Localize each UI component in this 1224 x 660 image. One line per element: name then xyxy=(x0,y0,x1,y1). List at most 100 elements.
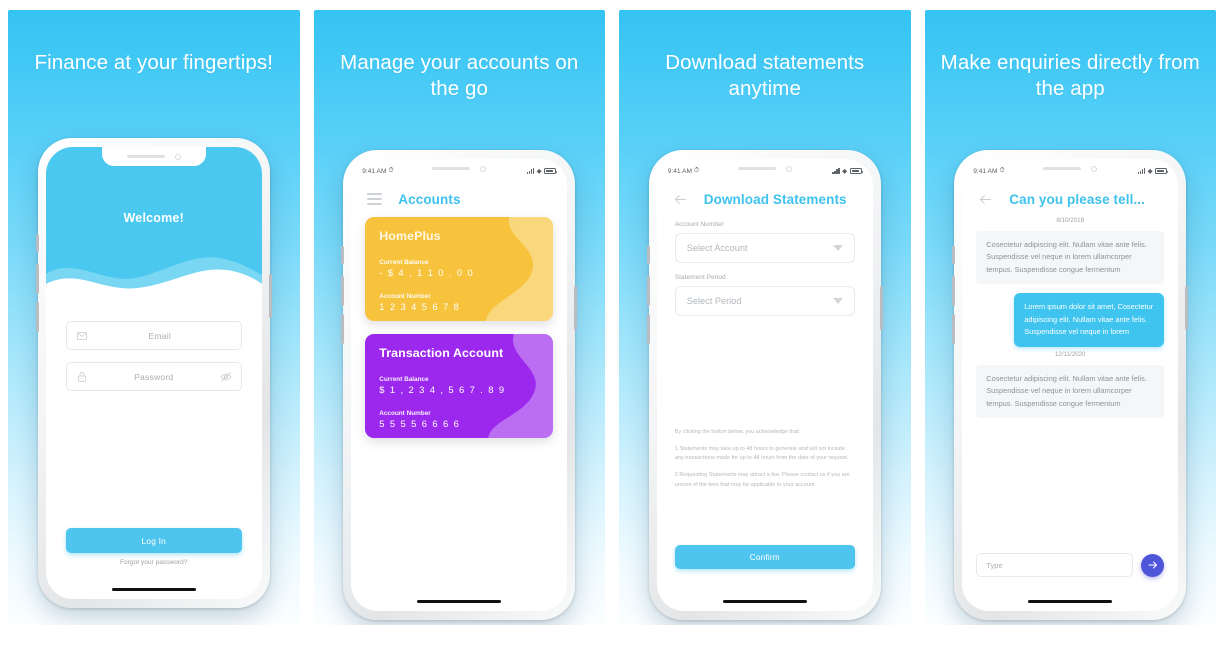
onboarding-screens-board: Finance at your fingertips! Welcome! Ema… xyxy=(0,0,1224,660)
phone-button-mute xyxy=(952,246,956,264)
account-card-transaction[interactable]: Transaction Account Current Balance $ 1 … xyxy=(365,334,554,438)
account-card-homeplus[interactable]: HomePlus Current Balance - $ 4 , 1 1 0 .… xyxy=(365,217,554,321)
arrow-right-icon xyxy=(1148,561,1157,569)
chevron-down-icon xyxy=(832,298,843,304)
chat-composer: Type xyxy=(976,553,1165,577)
phone-button-volume-up xyxy=(952,276,956,306)
phone-button-mute xyxy=(341,246,345,264)
back-arrow-icon[interactable] xyxy=(673,192,688,207)
front-camera xyxy=(480,165,487,172)
disclaimer-intro: By clicking the button below, you acknow… xyxy=(674,429,801,435)
phone-notch xyxy=(1018,159,1123,178)
phone-screen: 9:41 AM ⏱ ◆ Download Statements Account … xyxy=(656,159,873,611)
phone-mockup: 9:41 AM ⏱ ◆ Can you please tell... 8/10/… xyxy=(952,150,1189,620)
home-indicator xyxy=(1028,599,1113,603)
phone-button-volume-down xyxy=(341,314,345,344)
phone-button-volume-down xyxy=(35,302,39,332)
status-bar-right: ◆ xyxy=(526,167,558,175)
status-bar-left: 9:41 AM ⏱ xyxy=(973,167,1004,175)
chat-date-divider: 8/10/2018 xyxy=(1056,217,1085,224)
account-select[interactable]: Select Account xyxy=(674,233,855,263)
home-indicator xyxy=(417,599,502,603)
chat-date-divider: 12/11/2020 xyxy=(1054,350,1086,358)
page-title: Accounts xyxy=(398,191,461,207)
message-input[interactable]: Type xyxy=(976,553,1134,577)
accounts-list: HomePlus Current Balance - $ 4 , 1 1 0 .… xyxy=(351,211,567,438)
account-number-label: Account Number xyxy=(674,221,724,228)
account-number-value: 5 5 5 5 6 6 6 6 xyxy=(379,418,461,429)
balance-label: Current Balance xyxy=(379,259,429,266)
account-number-group: Account Number 1 2 3 4 5 6 7 8 xyxy=(379,293,539,312)
phone-mockup: 9:41 AM ⏱ ◆ Accounts HomePlus Current Ba… xyxy=(341,150,578,620)
log-in-button[interactable]: Log In xyxy=(65,528,242,553)
eye-off-icon[interactable] xyxy=(220,371,232,383)
status-bar-time: 9:41 AM xyxy=(362,167,387,175)
phone-notch xyxy=(407,159,512,178)
disclaimer-item-2: 2.Requesting Statements may attract a fe… xyxy=(674,471,850,488)
signal-icon xyxy=(526,168,535,174)
front-camera xyxy=(1091,165,1098,172)
phone-button-power xyxy=(879,286,883,330)
wifi-icon: ◆ xyxy=(842,168,848,175)
panel-login: Finance at your fingertips! Welcome! Ema… xyxy=(8,10,300,625)
phone-button-volume-up xyxy=(646,276,650,306)
status-bar-time: 9:41 AM xyxy=(667,167,692,175)
envelope-icon xyxy=(76,331,87,340)
panel-accounts: Manage your accounts on the go 9:41 AM ⏱ xyxy=(313,10,605,625)
status-bar-time: 9:41 AM xyxy=(973,167,998,175)
chat-bubble-incoming: Cosectetur adipiscing elit. Nullam vitae… xyxy=(976,231,1165,285)
forgot-password-link[interactable]: Forgot your password? xyxy=(46,559,262,566)
account-number-label: Account Number xyxy=(379,410,431,417)
panel-statements: Download statements anytime 9:41 AM ⏱ ◆ … xyxy=(619,10,911,625)
phone-screen: Welcome! Email Password Log In Forgot yo… xyxy=(45,147,262,599)
password-field[interactable]: Password xyxy=(65,362,242,391)
period-select[interactable]: Select Period xyxy=(674,286,855,316)
home-indicator xyxy=(722,599,807,603)
statement-period-label: Statement Period xyxy=(674,274,726,281)
balance-value: $ 1 , 2 3 4 , 5 6 7 . 8 9 xyxy=(379,384,506,395)
alarm-icon: ⏱ xyxy=(388,167,394,174)
wifi-icon: ◆ xyxy=(536,168,542,175)
account-balance-group: Current Balance - $ 4 , 1 1 0 . 0 0 xyxy=(379,259,539,278)
phone-button-power xyxy=(268,274,272,318)
phone-button-mute xyxy=(646,246,650,264)
chat-bubble-outgoing: Lorem ipsum dolor sit amet, Cosectetur a… xyxy=(1014,293,1165,347)
phone-button-mute xyxy=(35,234,39,252)
panel-headline: Finance at your fingertips! xyxy=(34,51,274,74)
back-arrow-icon[interactable] xyxy=(978,192,993,207)
alarm-icon: ⏱ xyxy=(693,167,700,174)
login-form: Email Password xyxy=(46,299,262,391)
account-name: Transaction Account xyxy=(379,346,504,360)
status-bar-left: 9:41 AM ⏱ xyxy=(362,167,393,175)
speaker-grille xyxy=(432,166,471,171)
confirm-button[interactable]: Confirm xyxy=(674,545,855,569)
balance-label: Current Balance xyxy=(379,376,429,383)
phone-screen: 9:41 AM ⏱ ◆ Can you please tell... 8/10/… xyxy=(962,159,1179,611)
status-bar-left: 9:41 AM ⏱ xyxy=(668,167,699,175)
signal-icon xyxy=(1137,168,1146,174)
lock-icon xyxy=(77,371,86,382)
account-number-value: 1 2 3 4 5 6 7 8 xyxy=(379,301,461,312)
account-number-label: Account Number xyxy=(379,293,431,300)
phone-button-power xyxy=(1185,286,1189,330)
battery-icon xyxy=(1155,168,1169,174)
phone-mockup: Welcome! Email Password Log In Forgot yo… xyxy=(35,138,272,608)
hamburger-menu-icon[interactable] xyxy=(367,193,383,205)
statements-form: Account Number Select Account Statement … xyxy=(657,211,873,316)
home-indicator xyxy=(111,587,196,591)
front-camera xyxy=(174,153,181,160)
speaker-grille xyxy=(1043,166,1082,171)
account-select-value: Select Account xyxy=(686,243,748,253)
send-button[interactable] xyxy=(1141,553,1165,577)
phone-button-volume-up xyxy=(341,276,345,306)
phone-notch xyxy=(712,159,817,178)
email-field[interactable]: Email xyxy=(65,321,242,350)
panel-headline: Make enquiries directly from the app xyxy=(940,51,1200,101)
status-bar-right: ◆ xyxy=(1137,167,1169,175)
login-hero: Welcome! xyxy=(45,147,262,300)
chat-thread: 8/10/2018 Cosectetur adipiscing elit. Nu… xyxy=(962,211,1178,418)
welcome-title: Welcome! xyxy=(123,211,184,225)
phone-screen: 9:41 AM ⏱ ◆ Accounts HomePlus Current Ba… xyxy=(351,159,568,611)
panel-chat: Make enquiries directly from the app 9:4… xyxy=(924,10,1216,625)
phone-button-volume-down xyxy=(952,314,956,344)
